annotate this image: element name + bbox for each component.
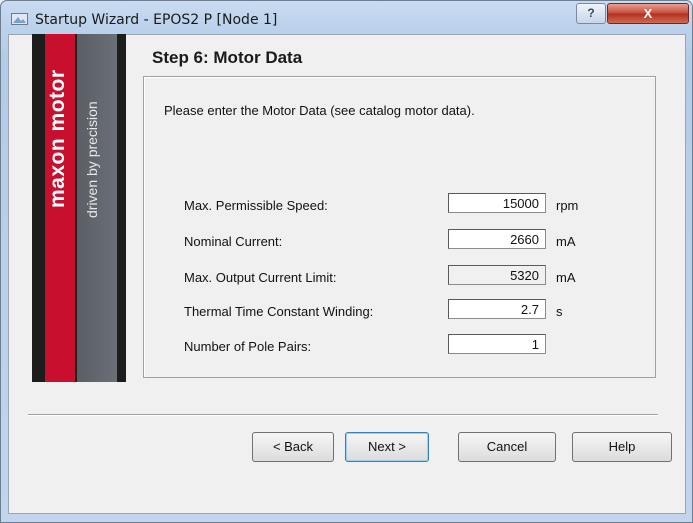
maxon-banner: maxon motor driven by precision bbox=[32, 34, 126, 382]
max-output-current-label: Max. Output Current Limit: bbox=[184, 270, 337, 285]
max-speed-unit: rpm bbox=[556, 198, 579, 213]
pole-pairs-input[interactable]: 1 bbox=[448, 334, 546, 354]
pole-pairs-label: Number of Pole Pairs: bbox=[184, 339, 312, 354]
help-button[interactable]: Help bbox=[572, 432, 672, 462]
nominal-current-unit: mA bbox=[556, 234, 576, 249]
step-title: Step 6: Motor Data bbox=[152, 48, 303, 67]
button-separator bbox=[28, 414, 658, 416]
cancel-button[interactable]: Cancel bbox=[458, 432, 556, 462]
context-help-button[interactable]: ? bbox=[576, 3, 606, 24]
window-title: Startup Wizard - EPOS2 P [Node 1] bbox=[35, 12, 278, 28]
thermal-time-constant-input[interactable]: 2.7 bbox=[448, 299, 546, 319]
max-speed-input[interactable]: 15000 bbox=[448, 193, 546, 213]
nominal-current-input[interactable]: 2660 bbox=[448, 229, 546, 249]
thermal-time-constant-unit: s bbox=[556, 304, 563, 319]
next-button[interactable]: Next > bbox=[345, 432, 429, 462]
motor-data-panel bbox=[143, 76, 656, 378]
max-output-current-unit: mA bbox=[556, 270, 576, 285]
close-button[interactable]: X bbox=[607, 3, 689, 24]
back-button[interactable]: < Back bbox=[252, 432, 334, 462]
thermal-time-constant-label: Thermal Time Constant Winding: bbox=[184, 304, 374, 319]
intro-text: Please enter the Motor Data (see catalog… bbox=[164, 103, 475, 118]
max-output-current-field: 5320 bbox=[448, 265, 546, 285]
title-bar[interactable]: Startup Wizard - EPOS2 P [Node 1] ? X bbox=[1, 1, 692, 37]
brand-tagline: driven by precision bbox=[84, 101, 100, 218]
max-speed-label: Max. Permissible Speed: bbox=[184, 198, 328, 213]
app-icon bbox=[11, 13, 28, 25]
brand-logo-text: maxon motor bbox=[46, 69, 69, 208]
nominal-current-label: Nominal Current: bbox=[184, 234, 283, 249]
